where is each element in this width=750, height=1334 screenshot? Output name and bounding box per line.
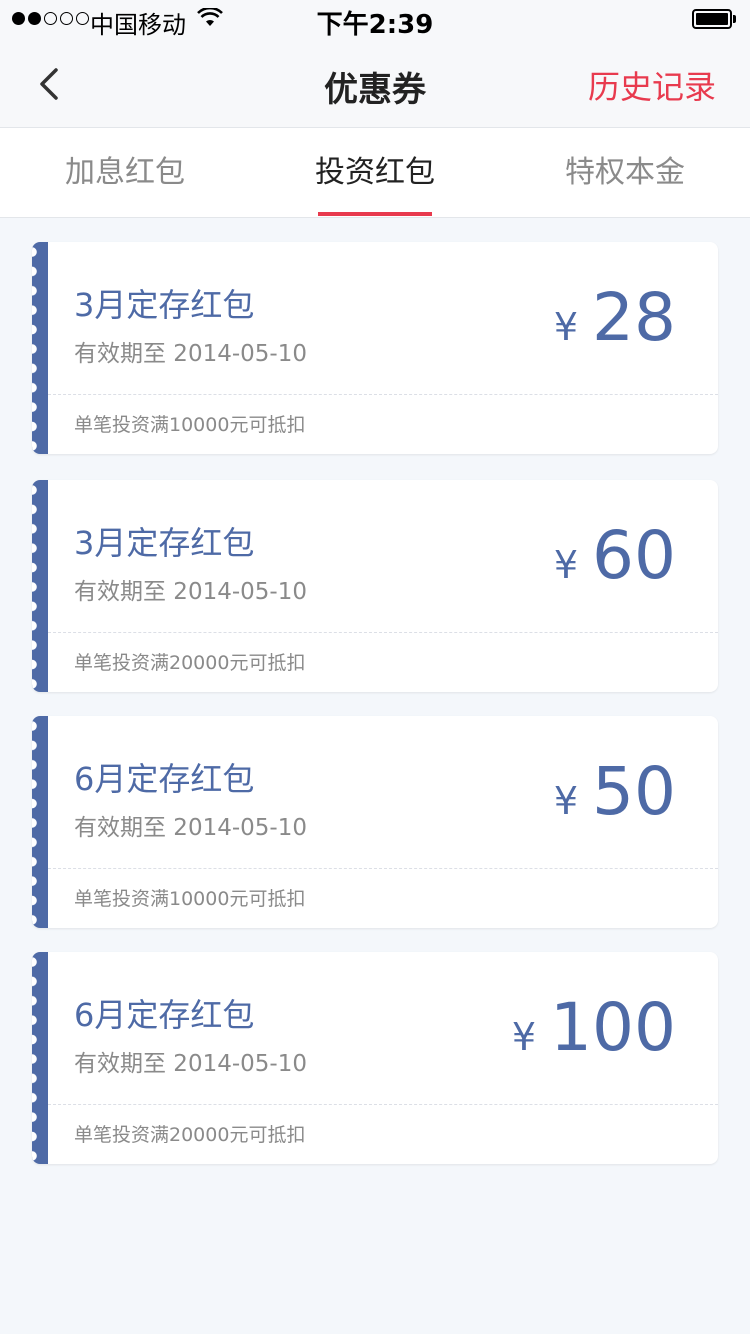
coupon-condition: 单笔投资满10000元可抵扣 (74, 888, 306, 910)
coupon-amount: ¥ 60 (554, 516, 676, 596)
coupon-validity: 有效期至 2014-05-10 (74, 341, 307, 367)
coupon-value: 100 (550, 989, 676, 1066)
coupon-card[interactable]: 6月定存红包 有效期至 2014-05-10 ¥ 50 单笔投资满10000元可… (32, 716, 718, 928)
coupon-divider (48, 394, 718, 395)
currency-symbol: ¥ (553, 779, 579, 823)
coupon-condition: 单笔投资满10000元可抵扣 (74, 414, 306, 436)
coupon-value: 50 (592, 753, 676, 830)
nav-bar: 优惠券 历史记录 (0, 40, 750, 128)
coupon-condition: 单笔投资满20000元可抵扣 (74, 652, 306, 674)
coupon-card[interactable]: 3月定存红包 有效期至 2014-05-10 ¥ 60 单笔投资满20000元可… (32, 480, 718, 692)
coupon-validity: 有效期至 2014-05-10 (74, 1051, 307, 1077)
coupon-validity: 有效期至 2014-05-10 (74, 815, 307, 841)
coupon-validity: 有效期至 2014-05-10 (74, 579, 307, 605)
coupon-stripe (32, 480, 48, 692)
tab-privilege-principal[interactable]: 特权本金 (560, 128, 690, 218)
tab-investment-bonus[interactable]: 投资红包 (310, 128, 440, 218)
tab-bar: 加息红包 投资红包 特权本金 (0, 128, 750, 218)
coupon-amount: ¥ 28 (554, 278, 676, 358)
coupon-amount: ¥ 50 (554, 752, 676, 832)
currency-symbol: ¥ (553, 543, 579, 587)
coupon-value: 60 (592, 517, 676, 594)
coupon-stripe (32, 716, 48, 928)
status-time: 下午2:39 (316, 10, 434, 40)
coupon-name: 3月定存红包 (74, 286, 255, 324)
coupon-amount: ¥ 100 (512, 988, 676, 1068)
battery-icon (692, 9, 736, 29)
coupon-condition: 单笔投资满20000元可抵扣 (74, 1124, 306, 1146)
tab-interest-bonus[interactable]: 加息红包 (60, 128, 190, 218)
coupon-divider (48, 868, 718, 869)
currency-symbol: ¥ (511, 1015, 537, 1059)
coupon-name: 6月定存红包 (74, 760, 255, 798)
coupon-divider (48, 1104, 718, 1105)
coupon-value: 28 (592, 279, 676, 356)
status-bar: 中国移动 下午2:39 (0, 0, 750, 40)
active-tab-indicator (318, 212, 432, 216)
coupon-stripe (32, 952, 48, 1164)
currency-symbol: ¥ (553, 305, 579, 349)
history-records-button[interactable]: 历史记录 (588, 62, 716, 108)
coupon-card[interactable]: 3月定存红包 有效期至 2014-05-10 ¥ 28 单笔投资满10000元可… (32, 242, 718, 454)
coupon-stripe (32, 242, 48, 454)
coupon-card[interactable]: 6月定存红包 有效期至 2014-05-10 ¥ 100 单笔投资满20000元… (32, 952, 718, 1164)
coupon-name: 6月定存红包 (74, 996, 255, 1034)
coupon-name: 3月定存红包 (74, 524, 255, 562)
coupon-divider (48, 632, 718, 633)
